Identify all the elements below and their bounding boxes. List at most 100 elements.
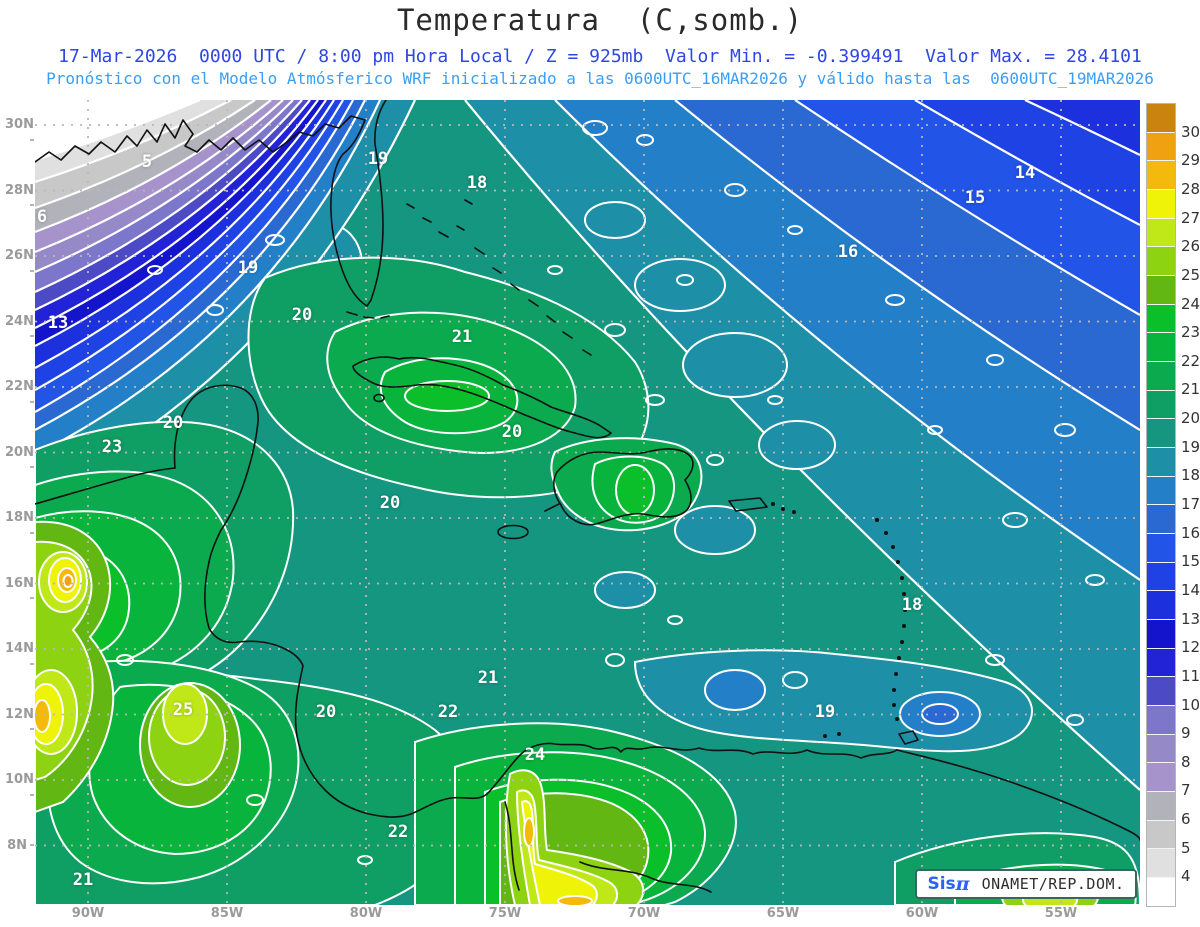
lat-tick-label: 10N: [0, 772, 34, 802]
lon-tick-label: 60W: [905, 906, 939, 921]
lon-tick-label: 75W: [488, 906, 522, 921]
colorbar-segment: [1147, 561, 1175, 591]
contour-value-label: 18: [902, 595, 922, 615]
model-info-line: Pronóstico con el Modelo Atmósferico WRF…: [46, 69, 1154, 88]
colorbar-level-label: 24: [1181, 294, 1200, 313]
colorbar-segment: [1147, 533, 1175, 562]
colorbar-segment: [1147, 332, 1175, 362]
contour-value-label: 20: [502, 422, 522, 442]
contour-value-label: 21: [452, 327, 472, 347]
lat-tick-label: 8N: [0, 838, 34, 853]
lon-tick-label: 80W: [349, 906, 383, 921]
colorbar-segment: [1147, 275, 1175, 304]
lon-tick-label: 85W: [210, 906, 244, 921]
lat-tick-label: 20N: [0, 445, 34, 475]
contour-value-label: 20: [316, 702, 336, 722]
colorbar-level-label: 25: [1181, 265, 1200, 284]
colorbar-segment: [1147, 361, 1175, 390]
colorbar-segment: [1147, 104, 1175, 132]
temperature-map: 5 6 13 19 18 14 15 16 19 20 21 20 20 23 20 18 19 21 22 24 25…: [35, 100, 1140, 905]
colorbar-level-label: 26: [1181, 237, 1200, 256]
valid-time-line: 17-Mar-2026 0000 UTC / 8:00 pm Hora Loca…: [58, 46, 1142, 67]
colorbar-level-label: 30: [1181, 122, 1200, 141]
colorbar: [1146, 103, 1176, 907]
contour-value-label: 20: [292, 305, 312, 325]
contour-value-label: 19: [815, 702, 835, 722]
lat-tick-label: 26N: [0, 248, 34, 278]
colorbar-level-label: 15: [1181, 552, 1200, 571]
colorbar-level-label: 11: [1181, 666, 1200, 685]
colorbar-level-label: 21: [1181, 380, 1200, 399]
contour-value-label: 22: [438, 702, 458, 722]
colorbar-level-label: 4: [1181, 867, 1191, 886]
colorbar-segment: [1147, 447, 1175, 476]
lat-tick-label: 28N: [0, 183, 34, 213]
colorbar-level-label: 9: [1181, 724, 1191, 743]
contour-value-label: 21: [73, 870, 93, 890]
colorbar-segment: [1147, 762, 1175, 792]
colorbar-segment: [1147, 217, 1175, 247]
contour-value-label: 22: [388, 822, 408, 842]
colorbar-level-label: 16: [1181, 523, 1200, 542]
logo-brand-prefix: Sis: [927, 874, 956, 894]
colorbar-segment: [1147, 619, 1175, 648]
colorbar-level-label: 18: [1181, 466, 1200, 485]
lat-tick-label: 16N: [0, 576, 34, 606]
pi-icon: π: [955, 873, 970, 895]
lon-tick-label: 70W: [627, 906, 661, 921]
colorbar-level-label: 8: [1181, 752, 1191, 771]
colorbar-segment: [1147, 791, 1175, 820]
colorbar-level-label: 23: [1181, 323, 1200, 342]
colorbar-segment: [1147, 504, 1175, 534]
colorbar-level-label: 6: [1181, 810, 1191, 829]
contour-value-label: 25: [173, 700, 193, 720]
colorbar-segment: [1147, 389, 1175, 419]
lat-tick-label: 24N: [0, 314, 34, 344]
logo-agency-text: ONAMET/REP.DOM.: [981, 875, 1125, 893]
contour-value-label: 21: [478, 668, 498, 688]
colorbar-segment: [1147, 877, 1175, 906]
contour-value-label: 18: [467, 173, 487, 193]
colorbar-level-label: 13: [1181, 609, 1200, 628]
contour-value-label: 5: [142, 152, 152, 172]
colorbar-segment: [1147, 189, 1175, 218]
colorbar-segment: [1147, 418, 1175, 448]
colorbar-segment: [1147, 475, 1175, 505]
contour-value-label: 20: [163, 413, 183, 433]
lon-tick-label: 65W: [766, 906, 800, 921]
colorbar-segment: [1147, 246, 1175, 276]
agency-logo: Sis π ONAMET/REP.DOM.: [915, 869, 1137, 899]
colorbar-level-label: 29: [1181, 151, 1200, 170]
colorbar-level-label: 19: [1181, 437, 1200, 456]
contour-value-label: 16: [838, 242, 858, 262]
contour-value-label: 19: [368, 149, 388, 169]
contour-value-label: 24: [525, 745, 545, 765]
colorbar-segment: [1147, 819, 1175, 849]
colorbar-level-label: 28: [1181, 179, 1200, 198]
lat-tick-label: 18N: [0, 510, 34, 540]
contour-value-label: 13: [48, 313, 68, 333]
colorbar-segment: [1147, 705, 1175, 734]
colorbar-segment: [1147, 647, 1175, 677]
lat-tick-label: 30N: [0, 117, 34, 147]
colorbar-level-label: 5: [1181, 838, 1191, 857]
contour-value-label: 15: [965, 188, 985, 208]
colorbar-level-label: 14: [1181, 580, 1200, 599]
colorbar-segment: [1147, 303, 1175, 333]
page-title: Temperatura (C,somb.): [396, 3, 804, 37]
colorbar-segment: [1147, 160, 1175, 190]
contour-value-label: 14: [1015, 163, 1035, 183]
contour-value-label: 20: [380, 493, 400, 513]
colorbar-segment: [1147, 848, 1175, 878]
colorbar-level-label: 20: [1181, 409, 1200, 428]
colorbar-level-label: 27: [1181, 208, 1200, 227]
contour-value-label: 6: [37, 207, 47, 227]
colorbar-segment: [1147, 733, 1175, 763]
lon-tick-label: 90W: [71, 906, 105, 921]
lat-tick-label: 12N: [0, 707, 34, 737]
colorbar-level-label: 22: [1181, 351, 1200, 370]
colorbar-level-label: 10: [1181, 695, 1200, 714]
colorbar-level-label: 17: [1181, 495, 1200, 513]
contour-value-label: 19: [238, 258, 258, 278]
colorbar-segment: [1147, 676, 1175, 706]
